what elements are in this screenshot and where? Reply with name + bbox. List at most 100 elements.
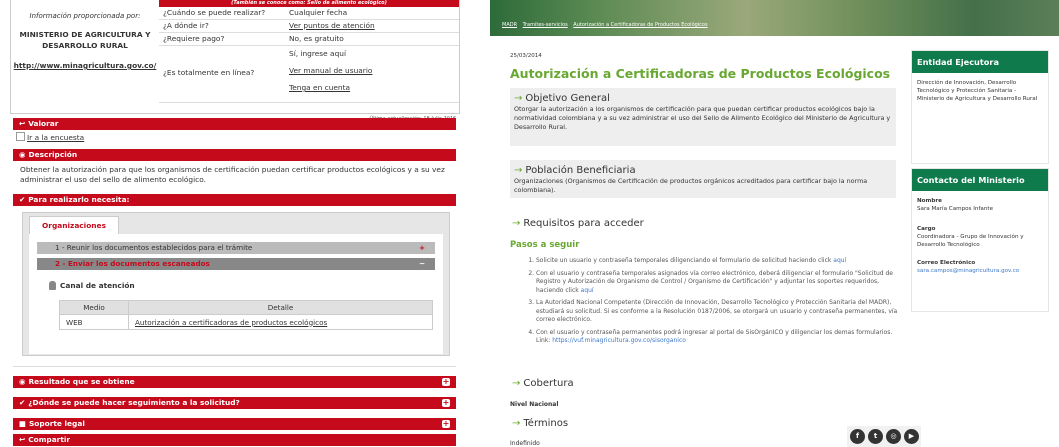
requisitos-title: Requisitos para acceder <box>523 218 644 229</box>
encuesta-link[interactable]: Ir a la encuesta <box>16 132 84 142</box>
image-icon <box>16 132 25 141</box>
plus-icon: + <box>418 243 425 252</box>
resultado-label: Resultado que se obtiene <box>28 377 135 386</box>
tab-organizaciones[interactable]: Organizaciones <box>29 216 119 235</box>
contacto-title: Contacto del Ministerio <box>912 169 1048 191</box>
terminos-title: Términos <box>523 418 569 429</box>
twitter-icon[interactable]: t <box>868 429 883 444</box>
cobertura-text: Nivel Nacional <box>510 401 559 408</box>
separator <box>468 0 490 447</box>
breadcrumb-tramites[interactable]: Tramites-servicios <box>523 22 568 28</box>
also-known-banner: (También se conoce como: Sello de alimen… <box>159 0 459 7</box>
descripcion-label: Descripción <box>28 150 78 159</box>
expand-icon[interactable]: + <box>442 420 450 428</box>
ingrese-aqui-link[interactable]: Sí, ingrese aquí <box>289 48 459 65</box>
resultado-bar[interactable]: ◉ Resultado que se obtiene + <box>13 376 456 388</box>
accordion-item-1[interactable]: 1 - Reunir los documentos establecidos p… <box>37 242 435 254</box>
terminos-heading: → Términos <box>512 418 568 429</box>
social-bar: f t ◎ ▶ <box>847 426 921 447</box>
step-text: La Autoridad Nacional Competente (Direcc… <box>536 299 898 323</box>
list-item: Solicite un usuario y contraseña tempora… <box>536 257 908 266</box>
poblacion-text: Organizaciones (Organismos de Certificac… <box>514 177 868 194</box>
tab-content: 1 - Reunir los documentos establecidos p… <box>29 234 443 354</box>
cargo-label: Cargo <box>917 226 936 232</box>
info-key: ¿Es totalmente en línea? <box>163 68 255 77</box>
expand-icon[interactable]: + <box>442 378 450 386</box>
info-key: ¿A dónde ir? <box>163 21 209 30</box>
entidad-title: Entidad Ejecutora <box>912 51 1048 73</box>
col-header-detalle: Detalle <box>128 300 433 315</box>
accordion-item-2-label: 2 - Enviar los documentos escaneados <box>55 259 210 268</box>
arrow-icon: → <box>512 418 521 429</box>
poblacion-title: Población Beneficiaria <box>525 165 636 176</box>
seguimiento-bar[interactable]: ✔ ¿Dónde se puede hacer seguimiento a la … <box>13 397 456 409</box>
aqui-link[interactable]: aquí <box>833 257 846 264</box>
org-line1: MINISTERIO DE AGRICULTURA Y <box>19 30 151 39</box>
autorizacion-link[interactable]: Autorización a certificadoras de product… <box>128 314 433 330</box>
info-key: ¿Requiere pago? <box>163 34 225 43</box>
correo-link[interactable]: sara.campos@minagricultura.gov.co <box>917 268 1019 274</box>
info-row: ¿Cuándo se puede realizar? Cualquier fec… <box>159 7 459 20</box>
youtube-icon[interactable]: ▶ <box>904 429 919 444</box>
valorar-bar[interactable]: ↩ Valorar <box>13 118 456 130</box>
publish-date: 25/03/2014 <box>510 53 542 59</box>
org-url-link[interactable]: http://www.minagricultura.gov.co/ <box>11 61 159 70</box>
requirements-tabs: Organizaciones 1 - Reunir los documentos… <box>22 212 450 356</box>
info-table: (También se conoce como: Sello de alimen… <box>159 0 459 103</box>
compartir-label: Compartir <box>28 435 71 444</box>
objetivo-title: Objetivo General <box>525 93 610 104</box>
share-icon: ↩ <box>19 435 26 444</box>
online-links: Sí, ingrese aquí Ver manual de usuario T… <box>285 46 459 102</box>
breadcrumb-current[interactable]: Autorización a Certificadoras de Product… <box>573 22 707 28</box>
descripcion-bar[interactable]: ◉ Descripción <box>13 149 456 161</box>
header-banner: MADR Tramites-servicios Autorización a C… <box>490 0 1059 36</box>
facebook-icon[interactable]: f <box>850 429 865 444</box>
aqui-link[interactable]: aquí <box>581 287 594 294</box>
step-text: Solicite un usuario y contraseña tempora… <box>536 257 834 264</box>
entidad-text: Dirección de Innovación, Desarrollo Tecn… <box>917 80 1038 102</box>
info-value: Cualquier fecha <box>289 8 348 17</box>
list-item: Con el usuario y contraseña temporales a… <box>536 270 908 296</box>
minus-icon: − <box>418 259 425 268</box>
correo-label: Correo Electrónico <box>917 260 976 266</box>
soporte-bar[interactable]: ■ Soporte legal + <box>13 418 456 430</box>
breadcrumb-madr[interactable]: MADR <box>502 22 517 28</box>
canal-table: Medio Detalle WEB Autorización a certifi… <box>59 300 433 330</box>
info-icon: ◉ <box>19 377 26 386</box>
check-icon: ✔ <box>19 195 26 204</box>
objetivo-text: Otorgar la autorización a los organismos… <box>514 105 891 131</box>
sisorganico-link[interactable]: https://vuf.minagricultura.gov.co/sisorg… <box>552 337 686 344</box>
info-row: ¿Requiere pago? No, es gratuito <box>159 33 459 46</box>
valorar-label: Valorar <box>28 119 59 128</box>
puntos-atencion-link[interactable]: Ver puntos de atención <box>285 20 459 32</box>
info-value: No, es gratuito <box>289 34 344 43</box>
provider-info: Información proporcionada por: MINISTERI… <box>11 0 159 113</box>
info-icon: ◉ <box>19 150 26 159</box>
provided-by-label: Información proporcionada por: <box>29 12 141 20</box>
description-text: Obtener la autorización para que los org… <box>20 165 445 184</box>
soporte-label: Soporte legal <box>28 419 85 428</box>
terminos-text: Indefinido <box>510 440 540 447</box>
divider <box>13 358 456 367</box>
accordion-item-2[interactable]: 2 - Enviar los documentos escaneados − <box>37 258 435 270</box>
check-icon: ✔ <box>19 398 26 407</box>
org-name: MINISTERIO DE AGRICULTURA Y DESARROLLO R… <box>11 29 159 51</box>
left-screenshot: Información proporcionada por: MINISTERI… <box>0 0 468 447</box>
list-item: La Autoridad Nacional Competente (Direcc… <box>536 299 908 325</box>
right-screenshot: MADR Tramites-servicios Autorización a C… <box>490 0 1059 447</box>
steps-list: Solicite un usuario y contraseña tempora… <box>524 257 908 350</box>
pasos-heading: Pasos a seguir <box>510 240 580 250</box>
manual-usuario-link[interactable]: Ver manual de usuario <box>289 65 459 82</box>
contacto-card: Contacto del Ministerio Nombre Sara Marí… <box>911 168 1049 312</box>
instagram-icon[interactable]: ◎ <box>886 429 901 444</box>
requisitos-heading: → Requisitos para acceder <box>512 218 644 229</box>
compartir-bar[interactable]: ↩ Compartir <box>13 434 456 446</box>
para-realizarlo-bar[interactable]: ✔ Para realizarlo necesita: <box>13 194 456 206</box>
org-line2: DESARROLLO RURAL <box>42 41 128 50</box>
contacto-details: Nombre Sara María Campos Infante Cargo C… <box>912 191 1048 281</box>
accordion-item-1-label: 1 - Reunir los documentos establecidos p… <box>55 243 253 252</box>
table-row: WEB Autorización a certificadoras de pro… <box>59 314 433 330</box>
tenga-en-cuenta-link[interactable]: Tenga en cuenta <box>289 82 459 94</box>
expand-icon[interactable]: + <box>442 399 450 407</box>
share-icon: ↩ <box>19 119 26 128</box>
